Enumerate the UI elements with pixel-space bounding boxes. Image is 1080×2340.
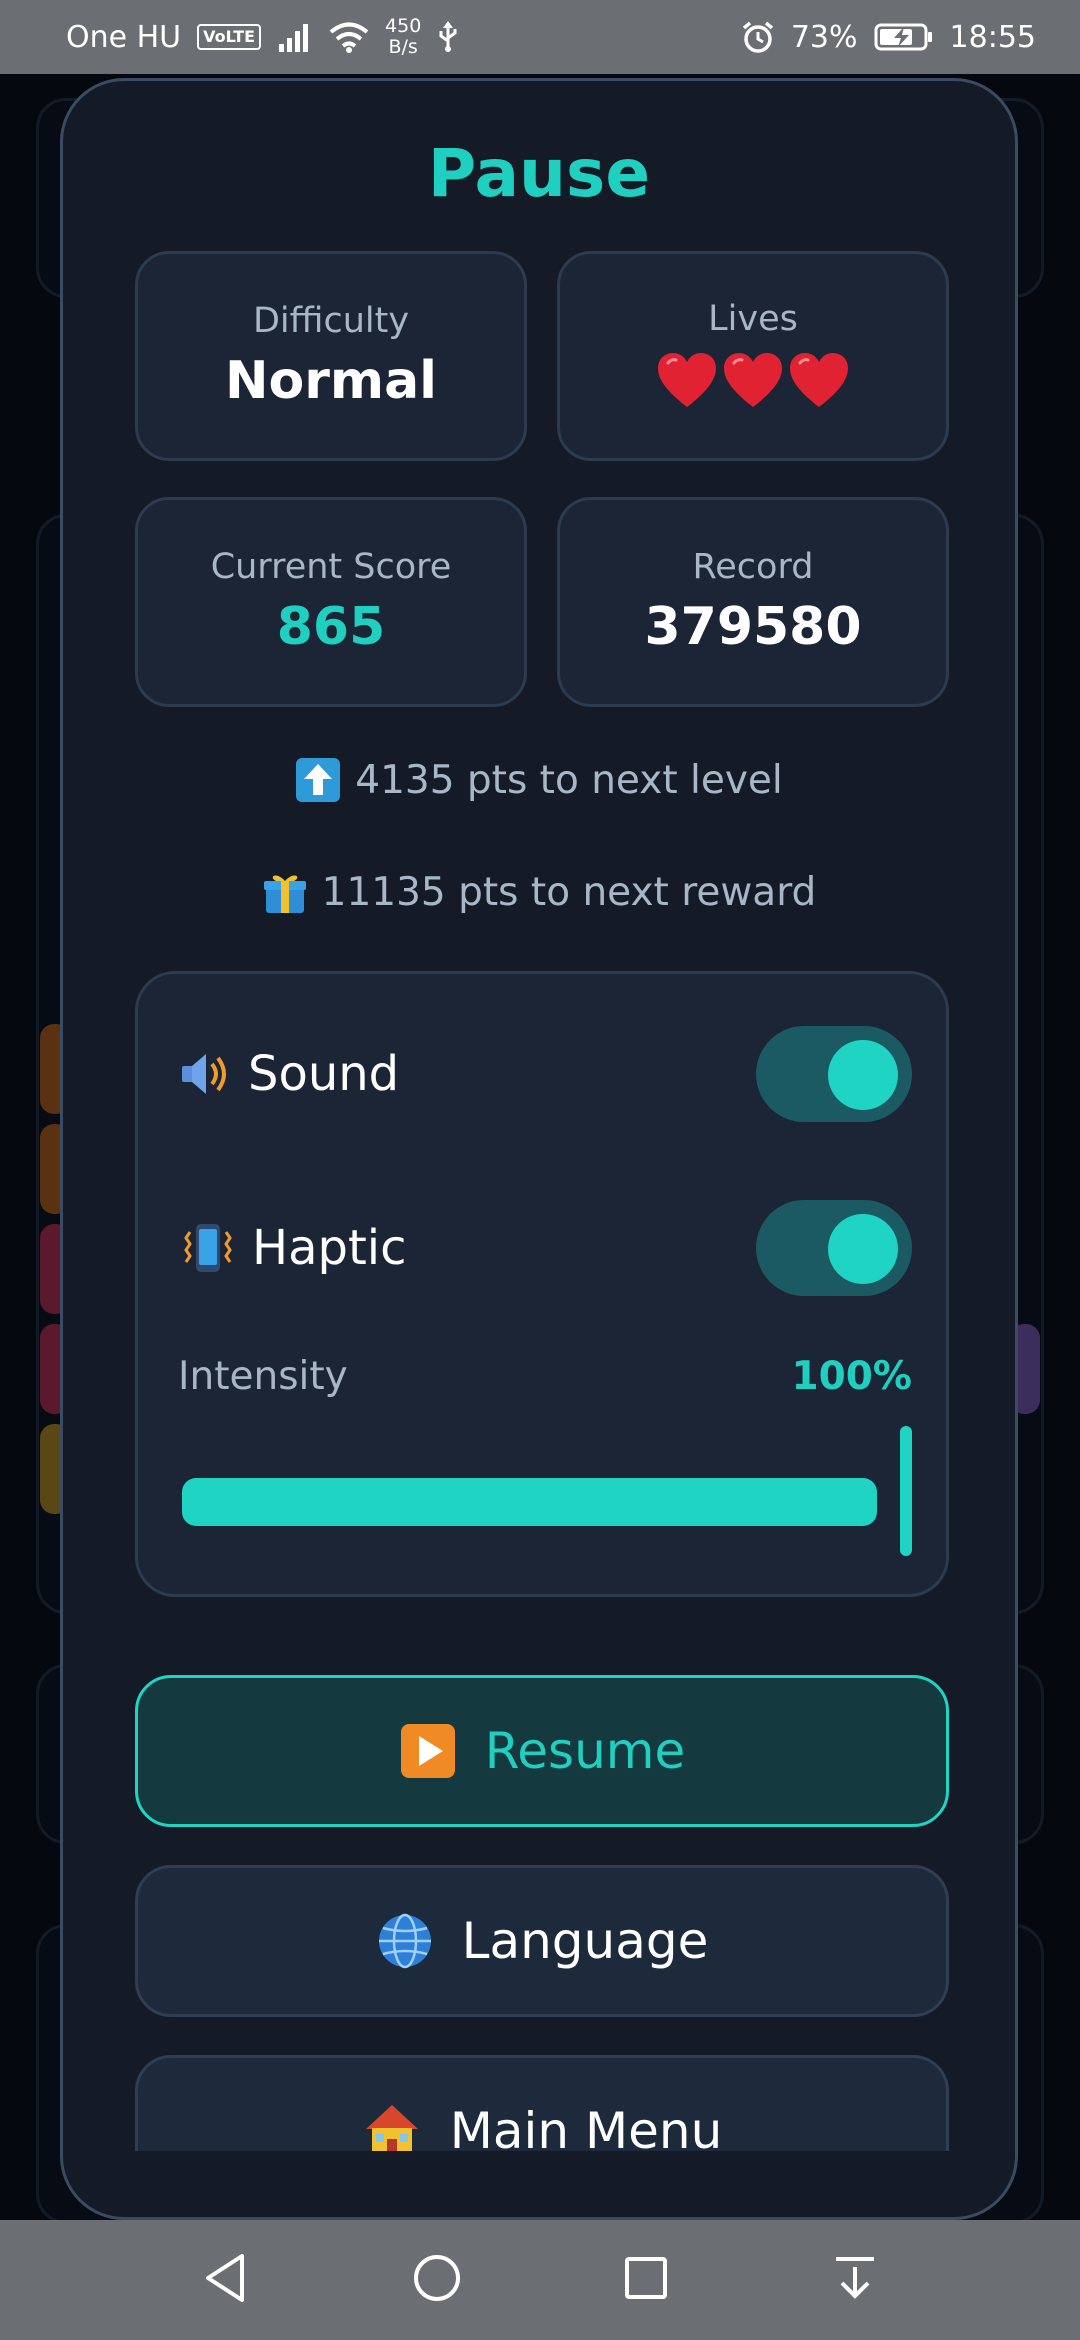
record-card: Record 379580 <box>557 497 949 707</box>
haptic-setting-row: Haptic <box>178 1198 912 1298</box>
heart-icon <box>656 351 718 413</box>
network-speed-unit: B/s <box>388 36 418 58</box>
lives-hearts <box>656 351 850 413</box>
usb-icon <box>437 21 459 53</box>
status-bar-left: One HU VoLTE 450 B/s <box>66 16 459 58</box>
next-reward-text: 11135 pts to next reward <box>321 869 817 915</box>
up-arrow-icon <box>295 757 341 803</box>
current-score-label: Current Score <box>210 547 452 587</box>
volte-badge: VoLTE <box>197 24 262 50</box>
sound-setting-row: Sound <box>178 1024 912 1124</box>
haptic-toggle[interactable] <box>756 1200 912 1296</box>
resume-button[interactable]: Resume <box>135 1675 949 1827</box>
signal-icon <box>277 22 313 52</box>
sound-toggle-knob <box>828 1040 898 1110</box>
haptic-label: Haptic <box>252 1220 407 1276</box>
language-label: Language <box>461 1912 709 1970</box>
language-button[interactable]: Language <box>135 1865 949 2017</box>
record-value: 379580 <box>644 597 862 657</box>
next-reward-info: 11135 pts to next reward <box>63 869 1015 915</box>
status-bar: One HU VoLTE 450 B/s 73% 18:55 <box>0 0 1080 74</box>
network-speed-value: 450 <box>385 15 422 37</box>
heart-icon <box>788 351 850 413</box>
next-level-info: 4135 pts to next level <box>63 757 1015 803</box>
intensity-label: Intensity <box>178 1354 348 1399</box>
status-bar-right: 73% 18:55 <box>741 20 1036 55</box>
recent-apps-icon[interactable] <box>623 2255 669 2305</box>
haptic-setting-label: Haptic <box>178 1218 407 1278</box>
main-menu-label: Main Menu <box>449 2102 723 2151</box>
difficulty-card: Difficulty Normal <box>135 251 527 461</box>
settings-panel: Sound Haptic Intensity 100% <box>135 971 949 1597</box>
battery-charging-icon <box>874 22 934 52</box>
wifi-icon <box>329 21 369 53</box>
alarm-icon <box>741 20 775 54</box>
carrier-name: One HU <box>66 19 182 55</box>
intensity-slider-handle[interactable] <box>900 1426 912 1556</box>
vibration-icon <box>178 1218 238 1278</box>
clock-time: 18:55 <box>949 19 1036 55</box>
gift-icon <box>262 869 308 915</box>
intensity-row: Intensity 100% <box>178 1354 912 1399</box>
lives-card: Lives <box>557 251 949 461</box>
difficulty-label: Difficulty <box>252 301 410 341</box>
next-level-text: 4135 pts to next level <box>355 757 783 803</box>
pause-title: Pause <box>427 135 651 212</box>
house-icon <box>362 2101 422 2151</box>
sound-label: Sound <box>248 1046 400 1102</box>
resume-label: Resume <box>484 1722 686 1780</box>
play-icon <box>399 1722 457 1780</box>
haptic-toggle-knob <box>828 1214 898 1284</box>
network-speed: 450 B/s <box>385 16 421 58</box>
intensity-value: 100% <box>791 1354 913 1399</box>
difficulty-value: Normal <box>225 351 437 411</box>
main-menu-button[interactable]: Main Menu <box>135 2055 949 2151</box>
intensity-slider[interactable] <box>182 1426 912 1556</box>
sound-toggle[interactable] <box>756 1026 912 1122</box>
pause-dialog: Pause Difficulty Normal Lives Current Sc… <box>60 78 1018 2220</box>
home-icon[interactable] <box>411 2252 463 2308</box>
battery-percent: 73% <box>790 19 858 55</box>
globe-icon <box>376 1912 434 1970</box>
sound-setting-label: Sound <box>178 1046 399 1102</box>
intensity-slider-fill <box>182 1478 877 1526</box>
record-label: Record <box>692 547 814 587</box>
heart-icon <box>722 351 784 413</box>
current-score-card: Current Score 865 <box>135 497 527 707</box>
notification-pull-down-icon[interactable] <box>830 2253 880 2307</box>
current-score-value: 865 <box>276 597 386 657</box>
speaker-icon <box>178 1046 234 1102</box>
lives-label: Lives <box>708 299 798 339</box>
pause-dialog-content: Pause Difficulty Normal Lives Current Sc… <box>63 81 1015 2151</box>
back-icon[interactable] <box>200 2251 250 2309</box>
system-navigation-bar <box>0 2220 1080 2340</box>
